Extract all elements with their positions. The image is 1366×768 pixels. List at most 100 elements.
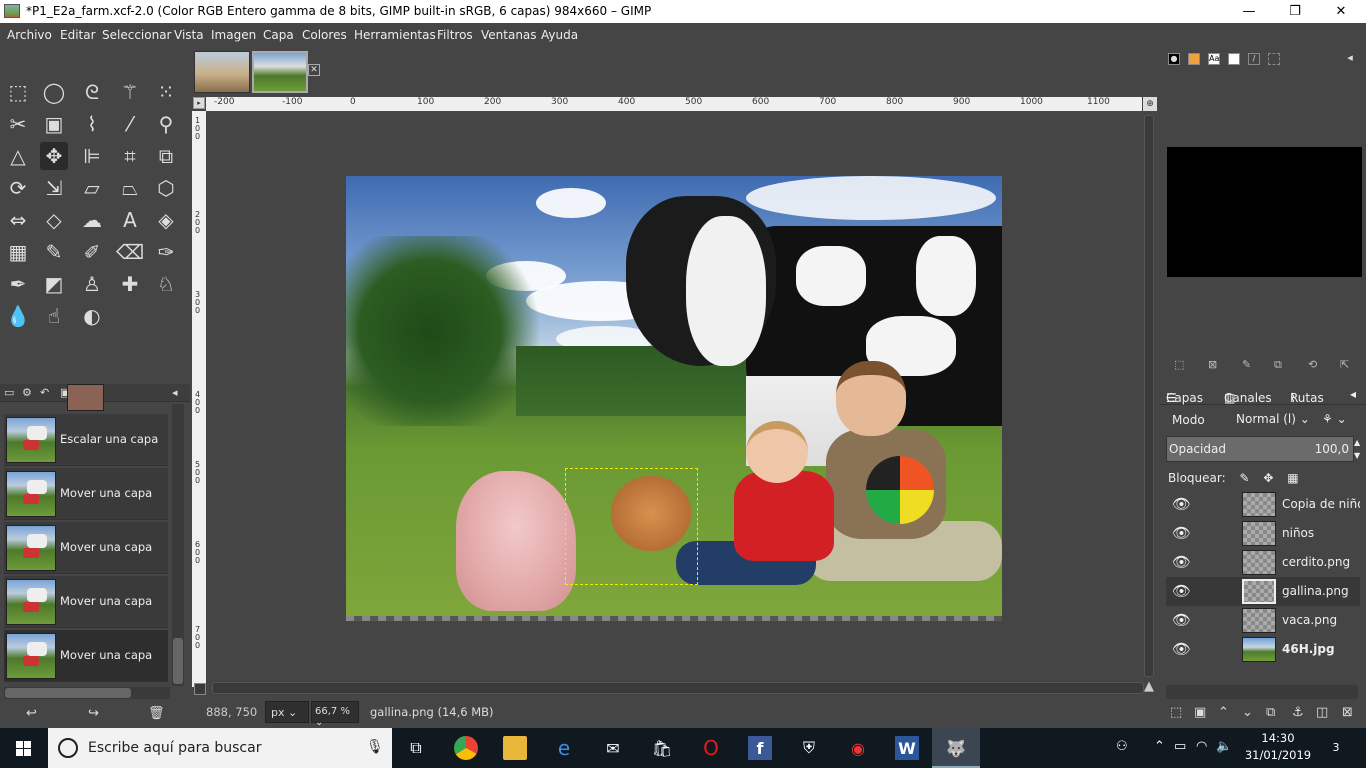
- panel-menu-icon[interactable]: ◂: [172, 386, 178, 399]
- history-item[interactable]: Escalar una capa: [4, 414, 168, 466]
- rect-select-icon[interactable]: ⬚: [4, 78, 32, 106]
- composite-mode-select[interactable]: ⚘ ⌄: [1318, 408, 1360, 432]
- visibility-eye-icon[interactable]: 👁: [1172, 612, 1191, 628]
- edge-icon[interactable]: e: [552, 736, 576, 760]
- duplicate-layer-icon[interactable]: ⧉: [1266, 705, 1275, 720]
- unit-select[interactable]: px ⌄: [265, 701, 309, 723]
- eraser-icon[interactable]: ⌫: [116, 238, 144, 266]
- dock-menu-icon[interactable]: ◂: [1344, 52, 1356, 65]
- scissors-icon[interactable]: ✂: [4, 110, 32, 138]
- store-icon[interactable]: 🛍: [650, 736, 674, 760]
- facebook-icon[interactable]: f: [748, 736, 772, 760]
- foreground-color-swatch[interactable]: [67, 384, 104, 411]
- horizontal-ruler[interactable]: -200 -100 0 100 200 300 400 500 600 700 …: [206, 97, 1142, 111]
- minimize-button[interactable]: —: [1226, 0, 1272, 23]
- history-vertical-scrollbar[interactable]: [172, 404, 184, 686]
- raise-layer-icon[interactable]: ⌃: [1218, 705, 1229, 720]
- brushes-tab-icon[interactable]: ●: [1168, 53, 1180, 65]
- fonts-tab-icon[interactable]: Aa: [1208, 53, 1220, 65]
- fuzzy-select-icon[interactable]: ⚚: [116, 78, 144, 106]
- clock-date[interactable]: 31/01/2019: [1238, 748, 1318, 762]
- ink-icon[interactable]: ✒: [4, 270, 32, 298]
- layer-row[interactable]: 👁 46H.jpg: [1166, 635, 1360, 664]
- visibility-eye-icon[interactable]: 👁: [1172, 496, 1191, 512]
- menu-filtros[interactable]: Filtros: [437, 28, 473, 42]
- ellipse-select-icon[interactable]: ◯: [40, 78, 68, 106]
- menu-ventanas[interactable]: Ventanas: [481, 28, 537, 42]
- word-icon[interactable]: W: [895, 736, 919, 760]
- canvas-vertical-scrollbar[interactable]: [1142, 111, 1156, 681]
- document-history-tab-icon[interactable]: [1228, 53, 1240, 65]
- color-picker-icon[interactable]: ⁄: [116, 110, 144, 138]
- quick-mask-toggle[interactable]: [194, 683, 206, 695]
- dodge-burn-icon[interactable]: ◐: [78, 302, 106, 330]
- measure-icon[interactable]: △: [4, 142, 32, 170]
- edit-brush-icon[interactable]: ✎: [1242, 358, 1251, 371]
- open-as-image-icon[interactable]: ⇱: [1340, 358, 1349, 371]
- menu-vista[interactable]: Vista: [174, 28, 204, 42]
- foreground-select-icon[interactable]: ▣: [40, 110, 68, 138]
- layer-row[interactable]: 👁 Copia de niños: [1166, 490, 1360, 519]
- opera-icon[interactable]: O: [699, 736, 723, 760]
- lock-pixels-icon[interactable]: ✎: [1239, 471, 1249, 485]
- visibility-eye-icon[interactable]: 👁: [1172, 525, 1191, 541]
- delete-brush-icon[interactable]: ⊠: [1208, 358, 1217, 371]
- notification-center[interactable]: 3: [1326, 738, 1346, 758]
- blur-icon[interactable]: 💧: [4, 302, 32, 330]
- opacity-spinner[interactable]: ▲ ▼: [1354, 436, 1364, 462]
- gimp-taskbar-button[interactable]: 🐺: [932, 728, 980, 768]
- gradient-icon[interactable]: ▦: [4, 238, 32, 266]
- gradients-tab-icon[interactable]: [1268, 53, 1280, 65]
- history-horizontal-scrollbar[interactable]: [4, 687, 170, 699]
- close-button[interactable]: ✕: [1318, 0, 1364, 23]
- task-view-icon[interactable]: ⧉: [404, 736, 428, 760]
- taskbar-search[interactable]: Escribe aquí para buscar 🎙: [48, 728, 392, 768]
- cage-icon[interactable]: ◇: [40, 206, 68, 234]
- visibility-eye-icon[interactable]: 👁: [1172, 554, 1191, 570]
- mode-select[interactable]: Normal (l) ⌄: [1230, 408, 1316, 432]
- layer-mask-icon[interactable]: ◫: [1316, 705, 1328, 720]
- color-select-icon[interactable]: ⁙: [152, 78, 180, 106]
- layer-row[interactable]: 👁 vaca.png: [1166, 606, 1360, 635]
- history-item[interactable]: Mover una capa: [4, 522, 168, 574]
- visibility-eye-icon[interactable]: 👁: [1172, 583, 1191, 599]
- history-item[interactable]: Mover una capa: [4, 576, 168, 628]
- new-layer-group-icon[interactable]: ▣: [1194, 705, 1206, 720]
- ruler-corner[interactable]: ▸: [193, 97, 205, 109]
- refresh-brushes-icon[interactable]: ⟲: [1308, 358, 1317, 371]
- flip-icon[interactable]: ⇔: [4, 206, 32, 234]
- menu-archivo[interactable]: Archivo: [7, 28, 52, 42]
- layer-row-selected[interactable]: 👁 gallina.png: [1166, 577, 1360, 606]
- redo-icon[interactable]: ↪: [88, 706, 99, 721]
- lock-position-icon[interactable]: ✥: [1263, 471, 1273, 485]
- volume-icon[interactable]: 🔈: [1216, 739, 1232, 754]
- navigation-arrow-icon[interactable]: ▲: [1144, 679, 1154, 694]
- farm-image[interactable]: [346, 176, 1002, 616]
- start-button[interactable]: [0, 728, 48, 768]
- align-icon[interactable]: ⊫: [78, 142, 106, 170]
- visibility-eye-icon[interactable]: 👁: [1172, 641, 1191, 657]
- perspective-clone-icon[interactable]: ♘: [152, 270, 180, 298]
- shear-icon[interactable]: ▱: [78, 174, 106, 202]
- chevron-up-icon[interactable]: ⌃: [1154, 739, 1165, 754]
- chrome-icon[interactable]: [454, 736, 478, 760]
- layers-scrollbar[interactable]: [1166, 685, 1358, 699]
- clone-icon[interactable]: ♙: [78, 270, 106, 298]
- scale-icon[interactable]: ⇲: [40, 174, 68, 202]
- file-explorer-icon[interactable]: [503, 736, 527, 760]
- menu-herramientas[interactable]: Herramientas: [354, 28, 436, 42]
- clear-history-icon[interactable]: 🗑: [148, 706, 165, 721]
- text-tool-icon[interactable]: A: [116, 206, 144, 234]
- delete-layer-icon[interactable]: ⊠: [1342, 705, 1353, 720]
- layer-row[interactable]: 👁 niños: [1166, 519, 1360, 548]
- image-tab-pyramids[interactable]: [194, 51, 250, 93]
- tool-options-tab-icon[interactable]: ▭: [4, 386, 14, 399]
- warp-icon[interactable]: ☁: [78, 206, 106, 234]
- crop-icon[interactable]: ⌗: [116, 142, 144, 170]
- navigate-icon[interactable]: ⊕: [1143, 97, 1157, 111]
- close-tab-icon[interactable]: ✕: [308, 64, 320, 76]
- history-item-selected[interactable]: Mover una capa: [4, 630, 168, 682]
- vertical-ruler[interactable]: 1 0 0 2 0 0 3 0 0 4 0 0 5 0 0 6 0 0 7 0 …: [192, 111, 206, 687]
- clock-time[interactable]: 14:30: [1248, 731, 1308, 745]
- anchor-layer-icon[interactable]: ⚓: [1292, 705, 1304, 720]
